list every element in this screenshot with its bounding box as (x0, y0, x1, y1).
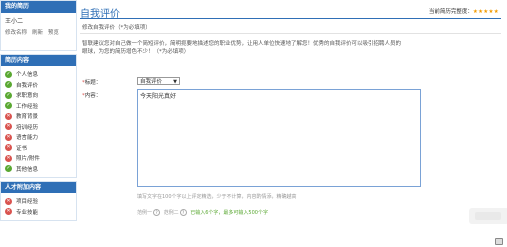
sidebar-nav-item[interactable]: ✓ 自我评价 (1, 80, 76, 91)
sidebar-nav-item-label: 自我评价 (16, 82, 39, 89)
check-icon: ✓ (5, 81, 12, 89)
sidebar-nav-item[interactable]: ✓ 个人信息 (1, 69, 76, 80)
cross-icon: ✕ (5, 133, 12, 141)
sidebar-nav-item-label: 教育背景 (16, 114, 39, 121)
resume-nav-list: ✓ 个人信息 ✓ 自我评价 ✓ 求职意向 ✓ 工作经验 ✕ 教育背景 ✕ 培训经历 ✕ 语言能力 ✕ 证书 ✕ 照… (1, 66, 76, 177)
talent-nav-list: ✕ 项目经验 ✕ 专业技能 (1, 193, 76, 220)
required-note: 修改自我评价（*为必填项） (82, 25, 151, 31)
sidebar-nav-item[interactable]: ✕ 培训经历 (1, 122, 76, 133)
completeness-indicator: 当前简历完整度：★★★★★ (429, 7, 499, 15)
talent-nav-item-label: 专业技能 (16, 209, 39, 216)
sidebar-nav-item-label: 求职意向 (16, 93, 39, 100)
title-select-value: 自我评价 (140, 79, 163, 85)
check-icon: ✓ (5, 91, 12, 99)
help-icon[interactable]: ? (153, 209, 161, 216)
preview-link[interactable]: 预览 (48, 30, 59, 36)
profile-header: 我的简历 (1, 1, 76, 13)
sidebar-nav-item[interactable]: ✓ 求职意向 (1, 90, 76, 101)
sidebar-nav-item-label: 工作经验 (16, 103, 39, 110)
sidebar-nav-item[interactable]: ✓ 工作经验 (1, 101, 76, 112)
cross-icon: ✕ (5, 112, 12, 120)
sidebar-nav-item[interactable]: ✕ 证书 (1, 143, 76, 154)
section-divider (80, 33, 501, 34)
content-textarea[interactable]: 今天阳光真好 (137, 89, 421, 187)
cross-icon: ✕ (5, 144, 12, 152)
resume-name: 王小二 (5, 18, 24, 25)
talent-nav-item[interactable]: ✕ 项目经验 (1, 196, 76, 207)
content-field-label: *内容： (82, 93, 102, 99)
sidebar-nav-item-label: 其他信息 (16, 166, 39, 173)
sidebar-nav-item[interactable]: ✕ 照片/附件 (1, 153, 76, 164)
completeness-label: 当前简历完整度： (428, 9, 473, 15)
sidebar: 我的简历 王小二 修改名称 刷新 预览 简历内容 ✓ 个人信息 ✓ 自我评价 ✓ 求职意向… (0, 0, 77, 247)
talent-nav-item-label: 项目经验 (16, 199, 39, 206)
sidebar-nav-item-label: 个人信息 (16, 72, 39, 79)
title-field-label: *标题： (82, 80, 102, 86)
check-icon: ✓ (5, 70, 12, 78)
talent-panel: 人才附加内容 ✕ 项目经验 ✕ 专业技能 (0, 181, 77, 221)
examples-row: 范例一? 范例二? 已输入6个字，最多可输入500个字 (137, 209, 268, 216)
sidebar-nav-item[interactable]: ✕ 语言能力 (1, 132, 76, 143)
save-button[interactable] (475, 212, 501, 220)
main-content: 自我评价 当前简历完整度：★★★★★ 修改自我评价（*为必填项） 智联建议您对自… (80, 0, 507, 247)
sidebar-nav-item[interactable]: ✕ 教育背景 (1, 111, 76, 122)
talent-nav-item[interactable]: ✕ 专业技能 (1, 207, 76, 218)
cross-icon: ✕ (5, 208, 12, 216)
sidebar-nav-item-label: 照片/附件 (16, 156, 40, 163)
rename-link[interactable]: 修改名称 (5, 30, 27, 36)
sidebar-nav-item-label: 培训经历 (16, 124, 39, 131)
check-icon: ✓ (5, 102, 12, 110)
resume-content-panel: 简历内容 ✓ 个人信息 ✓ 自我评价 ✓ 求职意向 ✓ 工作经验 ✕ 教育背景 ✕ 培训经历 ✕ 语言能力… (0, 54, 77, 178)
cross-icon: ✕ (5, 154, 12, 162)
talent-header: 人才附加内容 (1, 182, 76, 193)
keyboard-icon (495, 238, 503, 245)
cross-icon: ✕ (5, 123, 12, 131)
check-icon: ✓ (5, 165, 12, 173)
help-icon[interactable]: ? (179, 209, 187, 216)
example-one-link[interactable]: 范例一 (137, 210, 152, 216)
sidebar-nav-item-label: 语言能力 (16, 135, 39, 142)
rating-stars-icon: ★★★★★ (472, 9, 499, 15)
sidebar-nav-item-label: 证书 (16, 145, 28, 152)
section-description: 智联建议您对自己做一个简短评价，简明扼要地描述您的职业优势，让用人单位快速地了解… (82, 41, 402, 55)
example-two-link[interactable]: 范例二 (164, 210, 179, 216)
title-divider (80, 18, 501, 19)
resume-content-header: 简历内容 (1, 55, 76, 66)
refresh-link[interactable]: 刷新 (32, 30, 43, 36)
profile-panel: 我的简历 王小二 修改名称 刷新 预览 (0, 0, 77, 51)
title-select[interactable]: 自我评价 ▼ (137, 77, 180, 85)
profile-links: 修改名称 刷新 预览 (5, 28, 72, 36)
cross-icon: ✕ (5, 197, 12, 205)
writing-hint: 填写文字在100个字以上评定精选，少于不计算，内容酌情添，精确越高 (137, 194, 297, 200)
chevron-down-icon: ▼ (173, 79, 177, 85)
sidebar-nav-item[interactable]: ✓ 其他信息 (1, 164, 76, 175)
char-count-status: 已输入6个字，最多可输入500个字 (190, 210, 268, 216)
